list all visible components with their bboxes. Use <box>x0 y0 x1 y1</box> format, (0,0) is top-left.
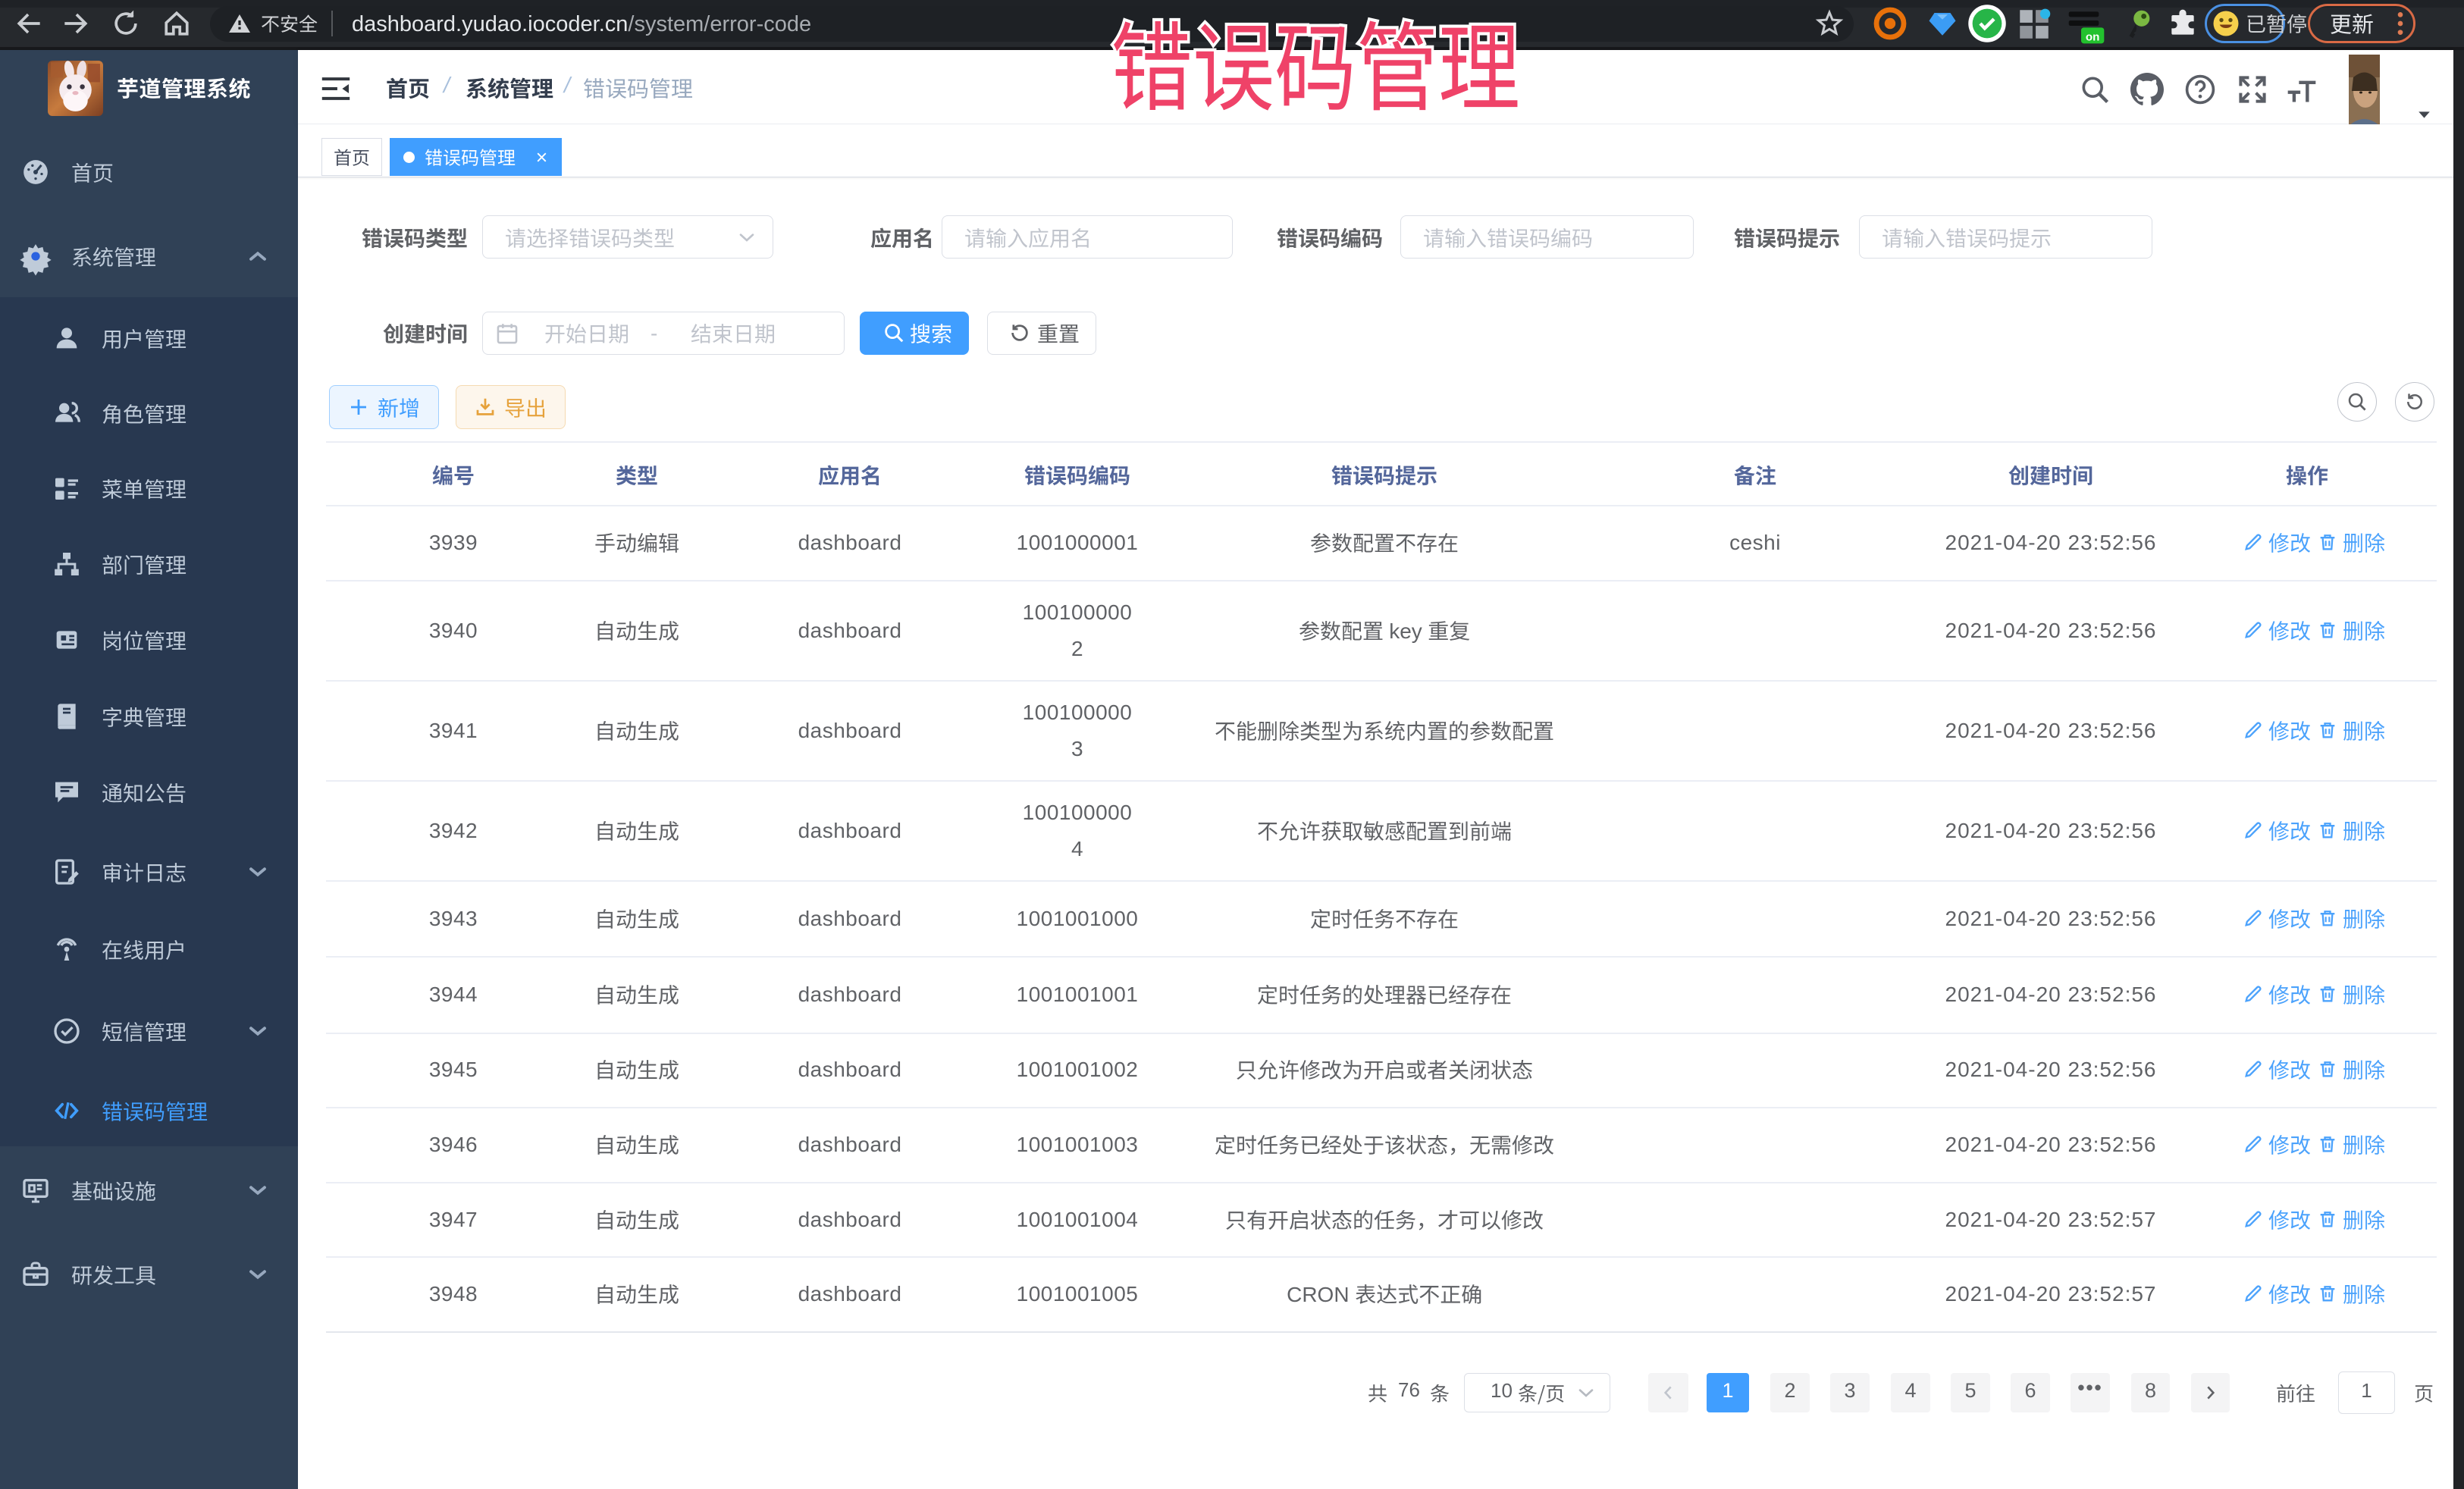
svg-text:on: on <box>2086 31 2100 44</box>
